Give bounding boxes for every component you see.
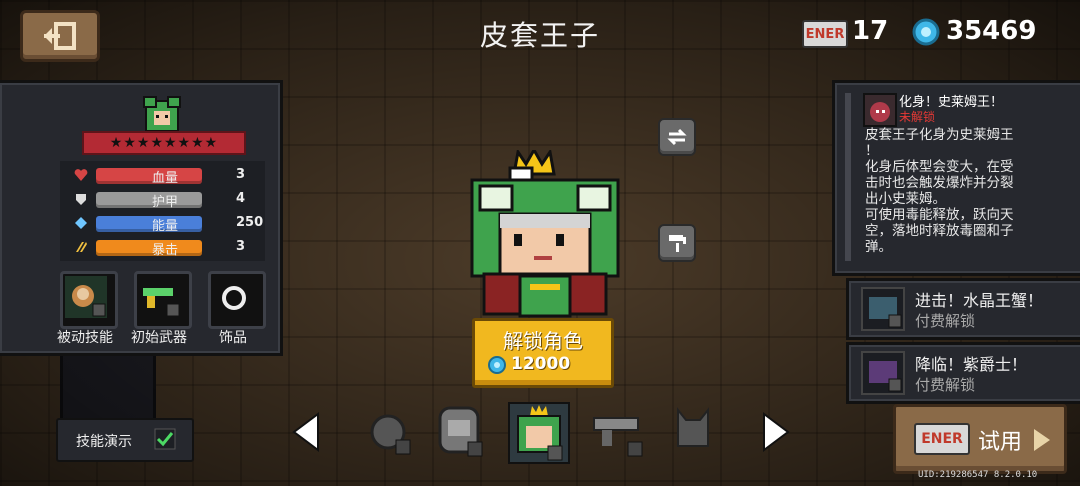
trial-button[interactable]: ENER 试用 [893, 404, 1067, 474]
accessory-slot[interactable] [208, 271, 266, 329]
pet-thumb-locked[interactable] [664, 402, 722, 460]
skill-info-panel: 化身！史莱姆王！ 未解锁 皮套王子化身为史莱姆王 ！ 化身后体型会变大，在受 击… [832, 80, 1080, 276]
paid-skill-subtitle: 付费解锁 [915, 376, 976, 394]
play-arrow-icon [1034, 429, 1050, 451]
swap-icon [667, 128, 687, 146]
passive-skill-icon [65, 276, 107, 318]
stat-label: 暴击 [152, 243, 179, 258]
character-thumb-locked[interactable] [430, 402, 488, 460]
paid-skill-subtitle: 付费解锁 [915, 312, 976, 330]
pistol-icon [143, 288, 180, 317]
skill-demo-label: 技能演示 [76, 434, 132, 450]
gem-count: 35469 [946, 16, 1037, 46]
paid-skill-card[interactable]: 降临！紫爵士！ 付费解锁 [846, 342, 1080, 404]
stat-value: 4 [236, 191, 246, 206]
switch-skin-button[interactable] [658, 118, 696, 156]
character-thumb-locked[interactable] [360, 402, 418, 460]
skill-scrollbar[interactable] [845, 93, 851, 261]
ticket-count: 17 [852, 16, 889, 46]
paid-skill-card[interactable]: 进击！水晶王蟹！ 付费解锁 [846, 278, 1080, 340]
stat-value: 250 [236, 215, 264, 230]
stat-value: 3 [236, 239, 246, 254]
unlock-character-button[interactable]: 解锁角色 12000 [472, 318, 614, 388]
purple-duke-icon [861, 351, 905, 395]
skill-demo-toggle[interactable]: 技能演示 [56, 418, 194, 462]
passive-skill-slot[interactable] [60, 271, 118, 329]
trial-label: 试用 [978, 430, 1023, 455]
next-arrow-icon[interactable] [762, 412, 790, 452]
prev-arrow-icon[interactable] [292, 412, 320, 452]
stat-armor: 护甲 4 [60, 189, 265, 211]
unlock-title: 解锁角色 [503, 329, 583, 353]
character-sprite [470, 150, 620, 318]
crit-bar [96, 240, 202, 256]
gem-icon [488, 356, 506, 374]
ener-ticket-icon: ENER [914, 423, 970, 455]
crystal-crab-icon [861, 287, 905, 331]
energy-icon [75, 217, 87, 229]
gem-icon [912, 18, 940, 46]
stat-label: 护甲 [152, 195, 179, 210]
checkmark-icon[interactable] [154, 428, 176, 450]
stat-value: 3 [236, 167, 246, 182]
unlock-price: 12000 [511, 354, 571, 374]
character-portrait-icon [143, 96, 181, 131]
accessory-label: 饰品 [219, 330, 247, 346]
energy-bar [96, 216, 202, 232]
slime-king-icon [863, 93, 897, 127]
heart-icon [74, 169, 88, 181]
crit-icon [76, 242, 87, 252]
starting-weapon-slot[interactable] [134, 271, 192, 329]
character-stats-panel: ★★★★★★★★ 血量 3 护甲 4 能量 250 暴击 3 被动技能 初始武器… [0, 80, 283, 356]
shield-icon [76, 194, 86, 205]
skill-status: 未解锁 [899, 110, 936, 124]
character-thumb-selected[interactable] [508, 402, 570, 464]
stat-crit: 暴击 3 [60, 237, 265, 259]
paid-skill-title: 降临！紫爵士！ [915, 355, 1028, 374]
weapon-thumb-locked[interactable] [590, 402, 648, 460]
stat-list: 血量 3 护甲 4 能量 250 暴击 3 [60, 161, 265, 261]
stat-label: 能量 [152, 219, 179, 234]
paint-skin-button[interactable] [658, 224, 696, 262]
paint-roller-icon [669, 235, 686, 252]
stat-health: 血量 3 [60, 165, 265, 187]
user-id: UID:219286547 8.2.0.10 [918, 470, 1038, 480]
skill-description: 皮套王子化身为史莱姆王 ！ 化身后体型会变大，在受 击时也会触发爆炸并分裂 出小… [865, 127, 1014, 255]
health-bar [96, 168, 202, 184]
stat-label: 血量 [152, 171, 179, 186]
armor-bar [96, 192, 202, 208]
stat-energy: 能量 250 [60, 213, 265, 235]
ener-ticket-icon: ENER [802, 20, 848, 48]
star-rating: ★★★★★★★★ [82, 131, 246, 155]
ring-icon [222, 286, 246, 310]
paid-skill-title: 进击！水晶王蟹！ [915, 291, 1044, 310]
